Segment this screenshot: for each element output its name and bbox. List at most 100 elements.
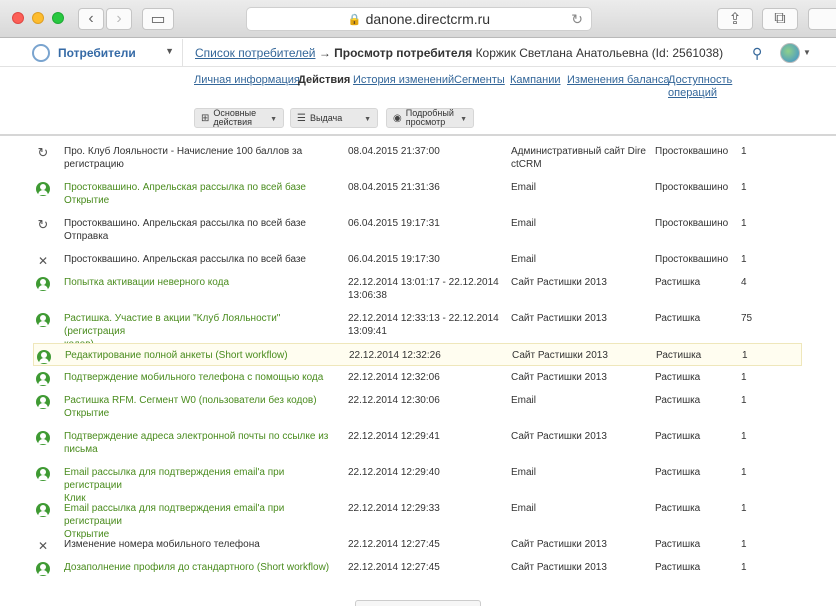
tab-segments[interactable]: Сегменты: [454, 74, 505, 87]
search-icon[interactable]: ⚲: [752, 45, 762, 62]
action-name[interactable]: Растишка RFM. Сегмент W0 (пользователи б…: [64, 394, 339, 420]
action-name[interactable]: Email рассылка для подтверждения email'а…: [64, 466, 339, 505]
action-channel: Сайт Растишки 2013: [511, 539, 607, 550]
person-icon: [36, 503, 50, 517]
sidebar-toggle-button[interactable]: ▭: [142, 8, 174, 30]
action-name[interactable]: Попытка активации неверного кода: [64, 276, 339, 289]
table-row[interactable]: Подтверждение мобильного телефона с помо…: [0, 370, 836, 393]
action-channel: Сайт Растишки 2013: [511, 313, 607, 324]
caret-down-icon: ▼: [165, 46, 174, 56]
action-name[interactable]: Редактирование полной анкеты (Short work…: [65, 349, 340, 362]
person-icon: [36, 431, 50, 445]
action-date: 22.12.2014 12:29:40: [348, 467, 440, 478]
action-count: 75: [741, 313, 753, 324]
action-date: 22.12.2014 12:33:13 - 22.12.2014 13:09:41: [348, 313, 499, 337]
minimize-window-button[interactable]: [32, 12, 44, 24]
action-brand: Растишка: [655, 395, 701, 406]
caret-down-icon: ▼: [460, 116, 467, 123]
action-name[interactable]: Простоквашино. Апрельская рассылка по вс…: [64, 181, 339, 207]
table-row[interactable]: Дозаполнение профиля до стандартного (Sh…: [0, 560, 836, 583]
table-row[interactable]: ✕ Простоквашино. Апрельская рассылка по в…: [0, 252, 836, 275]
tab-actions[interactable]: Действия: [298, 74, 350, 87]
table-row[interactable]: Редактирование полной анкеты (Short work…: [33, 343, 802, 366]
action-name[interactable]: Email рассылка для подтверждения email'а…: [64, 502, 339, 541]
action-brand: Простоквашино: [655, 146, 729, 157]
tools-icon: ✕: [37, 539, 49, 553]
tab-change-history[interactable]: История изменений: [353, 74, 454, 87]
chevron-right-icon: ›: [116, 10, 122, 27]
action-channel: Сайт Растишки 2013: [511, 277, 607, 288]
table-row[interactable]: ✕ Изменение номера мобильного телефона 22.…: [0, 537, 836, 560]
tab-campaigns[interactable]: Кампании: [510, 74, 561, 87]
tab-personal-info[interactable]: Личная информация: [194, 74, 300, 87]
action-brand: Растишка: [656, 350, 702, 361]
url-text: danone.directcrm.ru: [365, 11, 491, 27]
table-row[interactable]: Email рассылка для подтверждения email'а…: [0, 465, 836, 504]
table-row[interactable]: Подтверждение адреса электронной почты п…: [0, 429, 836, 455]
table-row[interactable]: ↻ Простоквашино. Апрельская рассылка по в…: [0, 216, 836, 243]
browser-toolbar: ‹ › ▭ 🔒 danone.directcrm.ru ↻ ⇪ ⧉: [0, 0, 836, 38]
action-count: 1: [741, 254, 747, 265]
list-icon: ☰: [297, 112, 306, 124]
load-more-button[interactable]: [355, 600, 481, 606]
action-channel: Административный сайт Dire ctCRM: [511, 146, 646, 170]
table-row[interactable]: Попытка активации неверного кода 22.12.20…: [0, 275, 836, 301]
tab-balance-changes[interactable]: Изменения баланса: [567, 74, 669, 87]
action-date: 06.04.2015 19:17:31: [348, 218, 440, 229]
table-row[interactable]: ↻ Про. Клуб Лояльности - Начисление 100 б…: [0, 144, 836, 171]
action-date: 22.12.2014 12:32:06: [348, 372, 440, 383]
section-switcher[interactable]: Потребители ▼: [32, 44, 182, 62]
action-name[interactable]: Подтверждение мобильного телефона с помо…: [64, 371, 339, 384]
action-channel: Сайт Растишки 2013: [511, 431, 607, 442]
breadcrumb-link-consumers[interactable]: Список потребителей: [195, 46, 315, 60]
tabs-icon: ⧉: [774, 10, 786, 27]
action-count: 1: [741, 146, 747, 157]
action-count: 1: [741, 467, 747, 478]
action-count: 1: [741, 431, 747, 442]
action-channel: Email: [511, 467, 537, 478]
lock-icon: 🔒: [347, 13, 362, 26]
sidebar-icon: ▭: [150, 11, 166, 28]
action-brand: Простоквашино: [655, 218, 729, 229]
action-name: Про. Клуб Лояльности - Начисление 100 ба…: [64, 146, 303, 170]
back-button[interactable]: ‹: [78, 8, 104, 30]
basic-actions-label: Основные действия: [213, 108, 257, 127]
avatar[interactable]: [780, 43, 800, 63]
action-count: 1: [741, 182, 747, 193]
table-row[interactable]: Растишка RFM. Сегмент W0 (пользователи б…: [0, 393, 836, 419]
action-count: 1: [741, 562, 747, 573]
zoom-window-button[interactable]: [52, 12, 64, 24]
chevron-down-icon[interactable]: ▼: [803, 48, 811, 57]
table-row[interactable]: Простоквашино. Апрельская рассылка по вс…: [0, 180, 836, 206]
action-count: 1: [741, 395, 747, 406]
table-row[interactable]: Растишка. Участие в акции "Клуб Лояльнос…: [0, 311, 836, 350]
redo-icon: ↻: [37, 145, 49, 160]
basic-actions-dropdown[interactable]: ⊞ Основные действия ▼: [194, 108, 284, 128]
output-label: Выдача: [309, 112, 343, 123]
tabs-button[interactable]: ⧉: [762, 8, 798, 30]
caret-down-icon: ▼: [364, 116, 371, 123]
action-name: Простоквашино. Апрельская рассылка по вс…: [64, 254, 306, 265]
detailed-view-dropdown[interactable]: ◉ Подробный просмотр ▼: [386, 108, 474, 128]
action-date: 08.04.2015 21:37:00: [348, 146, 440, 157]
forward-button[interactable]: ›: [106, 8, 132, 30]
action-count: 1: [741, 539, 747, 550]
action-name[interactable]: Дозаполнение профиля до стандартного (Sh…: [64, 561, 339, 574]
table-row[interactable]: Email рассылка для подтверждения email'а…: [0, 501, 836, 540]
output-dropdown[interactable]: ☰ Выдача ▼: [290, 108, 378, 128]
action-brand: Растишка: [655, 372, 701, 383]
close-window-button[interactable]: [12, 12, 24, 24]
reload-icon[interactable]: ↻: [571, 11, 583, 28]
action-channel: Email: [511, 503, 537, 514]
detailed-view-label: Подробный просмотр: [405, 108, 454, 127]
address-bar[interactable]: 🔒 danone.directcrm.ru ↻: [246, 7, 592, 31]
breadcrumb-current: Просмотр потребителя: [334, 46, 473, 60]
action-count: 1: [741, 503, 747, 514]
action-brand: Растишка: [655, 431, 701, 442]
new-tab-button[interactable]: [808, 8, 836, 30]
share-icon: ⇪: [728, 11, 742, 28]
share-button[interactable]: ⇪: [717, 8, 753, 30]
action-name[interactable]: Подтверждение адреса электронной почты п…: [64, 430, 339, 456]
tab-operations-availability[interactable]: Доступность операций: [668, 74, 732, 100]
action-channel: Email: [511, 395, 537, 406]
